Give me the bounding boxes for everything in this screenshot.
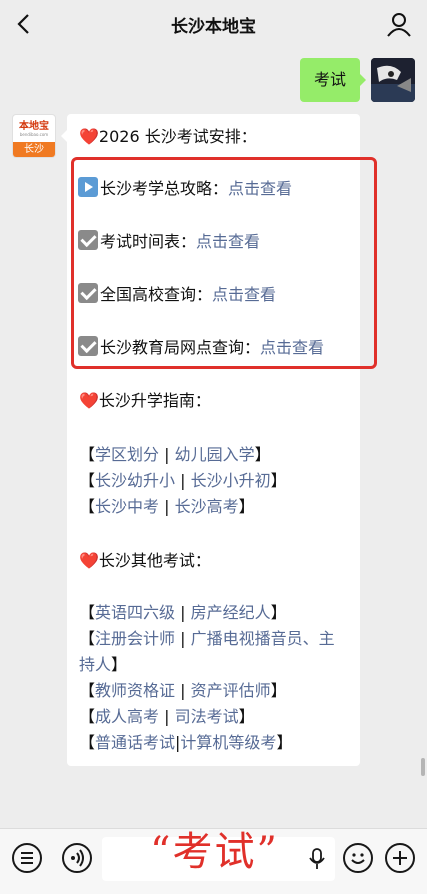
logo-city: 长沙 <box>13 142 55 157</box>
exam-link[interactable]: 英语四六级 <box>95 603 175 622</box>
guide-link[interactable]: 长沙小升初 <box>191 471 271 490</box>
user-avatar[interactable] <box>371 58 415 102</box>
exam-heading: ❤️2026 长沙考试安排： <box>79 127 257 146</box>
guide-links-row: 【长沙幼升小 | 长沙小升初】 <box>79 471 287 490</box>
other-links-row: 【成人高考 | 司法考试】 <box>79 707 255 726</box>
exam-link[interactable]: 司法考试 <box>175 707 239 726</box>
scrollbar[interactable] <box>421 758 425 776</box>
check-icon <box>78 283 98 303</box>
other-heading: ❤️长沙其他考试： <box>79 551 211 570</box>
plus-icon <box>393 851 407 865</box>
chat-title: 长沙本地宝 <box>171 16 256 37</box>
check-icon <box>78 336 98 356</box>
voice-icon <box>71 849 84 867</box>
incoming-message: ❤️2026 长沙考试安排： 长沙考学总攻略：点击查看 考试时间表：点击查看 全… <box>61 114 377 766</box>
item-label: 考试时间表： <box>100 232 197 251</box>
view-link[interactable]: 点击查看 <box>260 338 324 357</box>
menu-button[interactable] <box>12 843 42 873</box>
logo-text: 本地宝 <box>19 120 49 132</box>
voice-button[interactable] <box>62 843 92 873</box>
emoji-button[interactable] <box>343 843 373 873</box>
microphone-icon[interactable] <box>309 848 325 870</box>
add-button[interactable] <box>385 843 415 873</box>
exam-link[interactable]: 资产评估师 <box>191 681 271 700</box>
guide-link[interactable]: 长沙幼升小 <box>95 471 175 490</box>
item-label: 全国高校查询： <box>100 285 213 304</box>
guide-link[interactable]: 幼儿园入学 <box>175 445 255 464</box>
list-item: 长沙考学总攻略：点击查看 <box>78 176 292 202</box>
chat-header: 长沙本地宝 <box>0 0 427 48</box>
other-links-row: 【英语四六级 | 房产经纪人】 <box>79 603 287 622</box>
list-icon <box>21 852 33 864</box>
list-item: 全国高校查询：点击查看 <box>78 282 276 308</box>
exam-link[interactable]: 房产经纪人 <box>191 603 271 622</box>
exam-link[interactable]: 注册会计师 <box>95 629 175 648</box>
view-link[interactable]: 点击查看 <box>228 179 292 198</box>
play-icon <box>78 177 98 197</box>
profile-icon[interactable] <box>385 10 413 38</box>
item-label: 长沙考学总攻略： <box>100 179 229 198</box>
back-arrow-icon[interactable] <box>12 10 40 38</box>
outgoing-bubble[interactable]: 考试 <box>299 58 367 102</box>
bot-avatar[interactable]: 本地宝 bendibao.com 长沙 <box>12 114 56 158</box>
avatar-image <box>371 58 415 102</box>
other-links-row: 持人】 <box>79 655 128 674</box>
exam-link[interactable]: 计算机等级考 <box>180 733 276 752</box>
guide-links-row: 【长沙中考 | 长沙高考】 <box>79 497 255 516</box>
view-link[interactable]: 点击查看 <box>196 232 260 251</box>
logo: 本地宝 bendibao.com <box>13 115 55 142</box>
exam-link[interactable]: 普通话考试 <box>95 733 175 752</box>
overlay-caption: “考试” <box>150 829 279 875</box>
check-icon <box>78 230 98 250</box>
list-item: 考试时间表：点击查看 <box>78 229 260 255</box>
guide-links-row: 【学区划分 | 幼儿园入学】 <box>79 445 271 464</box>
exam-link[interactable]: 广播电视播音员、主 <box>191 629 335 648</box>
emoji-icon <box>351 853 365 864</box>
item-label: 长沙教育局网点查询： <box>100 338 261 357</box>
exam-link[interactable]: 成人高考 <box>95 707 159 726</box>
logo-url: bendibao.com <box>19 131 49 137</box>
guide-link[interactable]: 学区划分 <box>95 445 159 464</box>
other-links-row: 【普通话考试|计算机等级考】 <box>79 733 293 752</box>
exam-link[interactable]: 持人 <box>79 655 111 674</box>
exam-link[interactable]: 教师资格证 <box>95 681 175 700</box>
list-item: 长沙教育局网点查询：点击查看 <box>78 335 324 361</box>
guide-heading: ❤️长沙升学指南： <box>79 391 211 410</box>
guide-link[interactable]: 长沙高考 <box>175 497 239 516</box>
outgoing-message: 考试 <box>299 58 415 102</box>
guide-link[interactable]: 长沙中考 <box>95 497 159 516</box>
other-links-row: 【教师资格证 | 资产评估师】 <box>79 681 287 700</box>
view-link[interactable]: 点击查看 <box>212 285 276 304</box>
other-links-row: 【注册会计师 | 广播电视播音员、主 <box>79 629 335 648</box>
